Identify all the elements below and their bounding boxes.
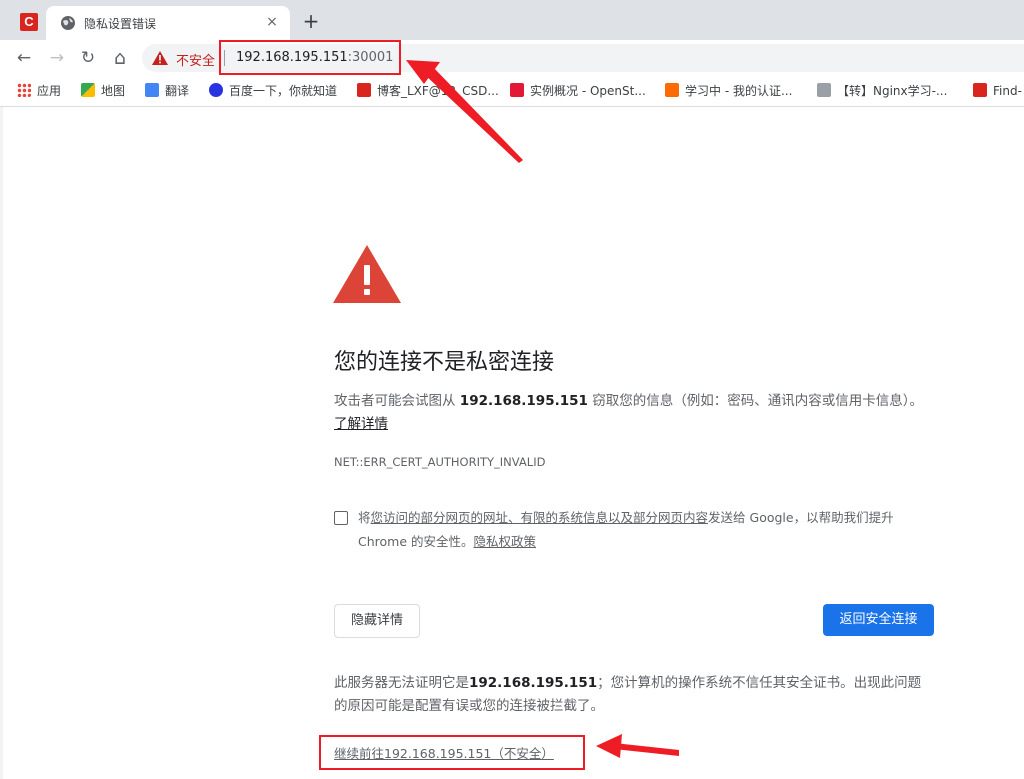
bookmarks-bar: 应用 地图 翻译 百度一下，你就知道 博客_LXF@12_CSD... 实例概况… [0,76,1024,107]
left-edge-strip [0,107,3,779]
details-text: 此服务器无法证明它是 [334,675,469,691]
new-tab-button[interactable]: + [300,10,322,32]
bookmark-label: 百度一下，你就知道 [229,84,338,98]
privacy-policy-link[interactable]: 隐私权政策 [474,534,537,549]
script-icon [817,83,831,97]
arrow-to-proceed-head [596,734,622,758]
bookmark-find[interactable]: Find- [973,83,1022,99]
url-highlight-box [219,40,401,75]
intro-paragraph: 攻击者可能会试图从 192.168.195.151 窃取您的信息（例如：密码、通… [334,390,934,436]
tab-strip: C 隐私设置错误 × + [0,0,1024,40]
baidu-paw-icon [209,83,223,97]
csdn-icon [357,83,371,97]
home-icon[interactable]: ⌂ [109,47,131,69]
maps-icon [81,83,95,97]
details-paragraph: 此服务器无法证明它是192.168.195.151；您计算机的操作系统不信任其安… [334,672,934,718]
danger-triangle-icon [333,245,401,303]
translate-icon [145,83,159,97]
report-text: 将您访问的部分网页的网址、有限的系统信息以及部分网页内容发送给 Google，以… [358,506,928,554]
bookmark-label: 地图 [101,84,126,98]
tab-close-icon[interactable]: × [264,14,280,30]
tab-title: 隐私设置错误 [84,17,157,31]
learn-more-link[interactable]: 了解详情 [334,416,388,432]
toolbar: ← → ↻ ⌂ 不安全 192.168.195.151:30001 [0,40,1024,76]
bookmark-apps[interactable]: 应用 [17,83,61,99]
warning-triangle-icon[interactable] [152,51,168,65]
page-title: 您的连接不是私密连接 [334,350,555,375]
report-checkbox[interactable] [334,511,348,525]
openstack-icon [510,83,524,97]
error-code: NET::ERR_CERT_AUTHORITY_INVALID [334,455,546,469]
tab-privacy-error[interactable]: 隐私设置错误 × [46,6,290,40]
bookmark-nginx[interactable]: 【转】Nginx学习-... [817,83,947,99]
bookmark-label: 【转】Nginx学习-... [837,84,948,98]
back-icon[interactable]: ← [13,47,35,69]
aliyun-icon [665,83,679,97]
apps-grid-icon [17,83,31,97]
reload-icon[interactable]: ↻ [77,47,99,69]
bookmark-label: 学习中 - 我的认证... [685,84,793,98]
details-host: 192.168.195.151 [469,675,598,691]
bookmark-csdn-blog[interactable]: 博客_LXF@12_CSD... [357,83,499,99]
bookmark-baidu[interactable]: 百度一下，你就知道 [209,83,337,99]
forward-icon[interactable]: → [46,47,68,69]
bookmark-aliyun[interactable]: 学习中 - 我的认证... [665,83,792,99]
arrow-to-proceed [614,743,679,756]
intro-text-post: 窃取您的信息（例如：密码、通讯内容或信用卡信息）。 [587,393,923,409]
bookmark-maps[interactable]: 地图 [81,83,125,99]
report-details-link[interactable]: 您访问的部分网页的网址、有限的系统信息以及部分网页内容 [371,510,709,525]
intro-host: 192.168.195.151 [459,393,588,409]
bookmark-translate[interactable]: 翻译 [145,83,189,99]
csdn-icon [973,83,987,97]
bookmark-label: 实例概况 - OpenSt... [530,84,646,98]
back-to-safety-button[interactable]: 返回安全连接 [823,604,934,636]
bookmark-label: 应用 [37,84,62,98]
bookmark-label: 翻译 [165,84,190,98]
csdn-logo-icon: C [20,13,38,31]
proceed-highlight-box [319,735,585,770]
globe-icon [61,16,75,30]
bookmark-label: Find- [993,84,1022,98]
report-text-pre: 将 [358,510,371,525]
intro-text: 攻击者可能会试图从 [334,393,460,409]
bookmark-openstack[interactable]: 实例概况 - OpenSt... [510,83,646,99]
bookmark-label: 博客_LXF@12_CSD... [377,84,499,98]
hide-details-button[interactable]: 隐藏详情 [334,604,420,638]
not-secure-label[interactable]: 不安全 [176,50,215,69]
